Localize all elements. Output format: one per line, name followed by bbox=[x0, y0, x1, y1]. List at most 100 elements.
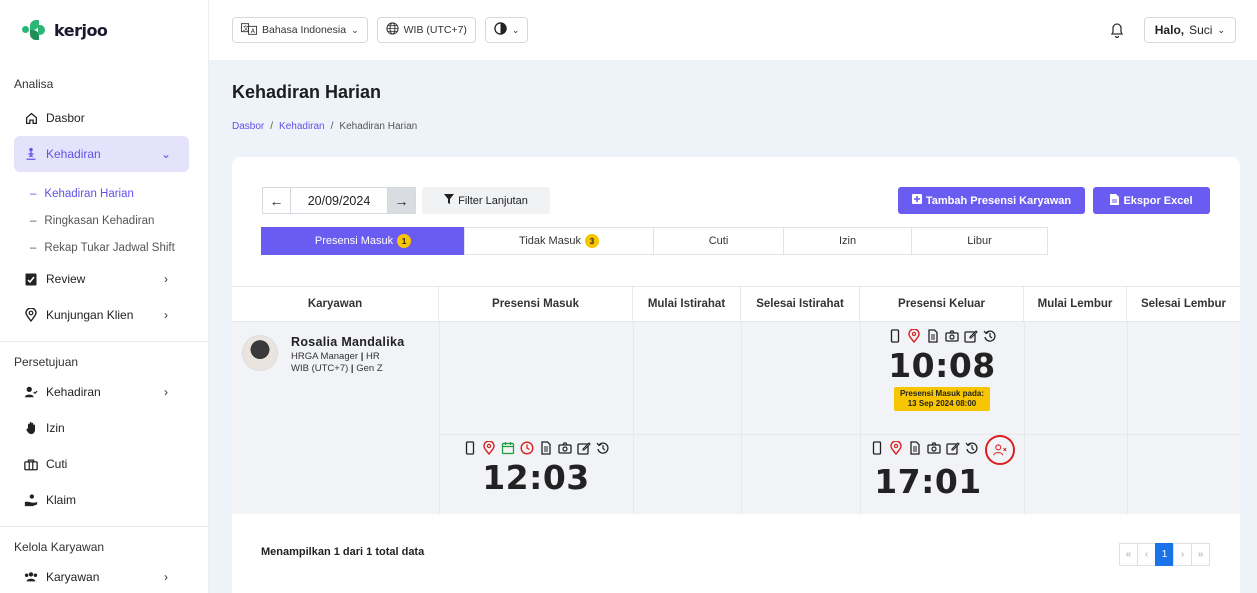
sidebar-item-label: Karyawan bbox=[46, 570, 100, 584]
chevron-right-icon: › bbox=[164, 272, 168, 286]
chevron-down-icon: ⌄ bbox=[160, 147, 171, 161]
sidebar-subitem-label: Ringkasan Kehadiran bbox=[44, 214, 155, 227]
calendar-icon[interactable] bbox=[501, 441, 515, 460]
camera-icon[interactable] bbox=[944, 329, 959, 348]
date-input[interactable]: 20/09/2024 bbox=[291, 187, 387, 214]
edit-icon[interactable] bbox=[945, 441, 960, 460]
user-name: Suci bbox=[1189, 23, 1213, 37]
phone-icon[interactable] bbox=[888, 328, 902, 348]
tab-cuti[interactable]: Cuti bbox=[653, 227, 784, 255]
location-pin-icon[interactable] bbox=[907, 327, 921, 348]
add-attendance-label: Tambah Presensi Karyawan bbox=[925, 194, 1072, 207]
attendance-icon bbox=[24, 147, 38, 161]
sidebar-item-kunjungan-klien[interactable]: Kunjungan Klien › bbox=[0, 297, 208, 333]
attendance-table: Karyawan Presensi Masuk Mulai Istirahat … bbox=[232, 286, 1240, 514]
history-icon[interactable] bbox=[983, 329, 997, 348]
breadcrumb-kehadiran[interactable]: Kehadiran bbox=[279, 121, 325, 132]
briefcase-icon bbox=[24, 457, 38, 471]
chevron-right-icon: › bbox=[164, 570, 168, 584]
export-excel-button[interactable]: Ekspor Excel bbox=[1093, 187, 1210, 214]
sidebar-item-label: Kunjungan Klien bbox=[46, 308, 134, 322]
dash-marker: – bbox=[30, 187, 37, 200]
sidebar-item-dasbor[interactable]: Dasbor bbox=[0, 100, 208, 136]
checkin-time[interactable]: 12:03 bbox=[482, 458, 590, 497]
prev-date-button[interactable]: ← bbox=[262, 187, 291, 214]
sidebar-item-review[interactable]: Review › bbox=[0, 261, 208, 297]
advanced-filter-button[interactable]: Filter Lanjutan bbox=[422, 187, 550, 214]
checkout-entry: 17:01 bbox=[862, 435, 1022, 501]
logo-text: kerjoo bbox=[54, 20, 108, 40]
plus-square-icon bbox=[911, 194, 922, 207]
column-header: Presensi Keluar bbox=[860, 287, 1024, 321]
app-logo[interactable]: kerjoo bbox=[0, 0, 208, 60]
employee-cell: Rosalia Mandalika HRGA Manager | HR WIB … bbox=[242, 335, 404, 374]
edit-icon[interactable] bbox=[576, 441, 591, 460]
prev-page-button[interactable]: ‹ bbox=[1137, 543, 1156, 566]
attendance-card: ← 20/09/2024 → Filter Lanjutan Tambah Pr… bbox=[232, 157, 1240, 593]
next-date-button[interactable]: → bbox=[387, 187, 416, 214]
sidebar-subitem-label: Rekap Tukar Jadwal Shift bbox=[44, 241, 175, 254]
document-icon[interactable] bbox=[926, 328, 940, 348]
next-page-button[interactable]: › bbox=[1173, 543, 1192, 566]
svg-text:文: 文 bbox=[243, 24, 250, 32]
sidebar-item-label: Kehadiran bbox=[46, 385, 101, 399]
sidebar-subitem-ringkasan[interactable]: – Ringkasan Kehadiran bbox=[0, 207, 208, 234]
page-title: Kehadiran Harian bbox=[232, 82, 382, 102]
theme-toggle[interactable]: ⌄ bbox=[484, 17, 529, 43]
page-button[interactable]: 1 bbox=[1155, 543, 1174, 566]
first-page-button[interactable]: « bbox=[1119, 543, 1138, 566]
employee-dept: HR bbox=[366, 351, 380, 362]
sidebar-item-kehadiran[interactable]: Kehadiran ⌄ bbox=[14, 136, 189, 172]
clock-icon[interactable] bbox=[519, 440, 534, 460]
phone-icon[interactable] bbox=[870, 440, 884, 460]
language-label: Bahasa Indonesia bbox=[262, 24, 347, 36]
note-line: 13 Sep 2024 08:00 bbox=[907, 399, 977, 408]
location-pin-icon[interactable] bbox=[889, 439, 903, 460]
phone-icon[interactable] bbox=[463, 440, 477, 460]
timezone-select[interactable]: WIB (UTC+7) bbox=[376, 17, 476, 43]
history-icon[interactable] bbox=[596, 441, 610, 460]
user-menu[interactable]: Halo, Suci ⌄ bbox=[1143, 17, 1236, 43]
employee-name[interactable]: Rosalia Mandalika bbox=[291, 335, 404, 349]
document-icon[interactable] bbox=[539, 440, 553, 460]
sidebar-item-persetujuan-kehadiran[interactable]: Kehadiran › bbox=[0, 374, 208, 410]
tab-tidak-masuk[interactable]: Tidak Masuk 3 bbox=[464, 227, 654, 255]
sidebar-subitem-rekap-shift[interactable]: – Rekap Tukar Jadwal Shift bbox=[0, 234, 208, 261]
add-attendance-button[interactable]: Tambah Presensi Karyawan bbox=[898, 187, 1085, 214]
document-icon[interactable] bbox=[908, 440, 922, 460]
breadcrumb-separator: / bbox=[270, 121, 274, 132]
sidebar-item-cuti[interactable]: Cuti bbox=[0, 446, 208, 482]
bell-icon[interactable] bbox=[1110, 22, 1124, 43]
location-pin-icon[interactable] bbox=[482, 439, 496, 460]
sidebar-item-karyawan[interactable]: Karyawan › bbox=[0, 559, 208, 593]
edit-icon[interactable] bbox=[963, 329, 978, 348]
tab-presensi-masuk[interactable]: Presensi Masuk 1 bbox=[261, 227, 465, 255]
camera-icon[interactable] bbox=[926, 441, 941, 460]
employee-role-line: HRGA Manager | HR bbox=[291, 351, 380, 362]
chevron-down-icon: ⌄ bbox=[351, 24, 359, 35]
entry-icon-row bbox=[463, 439, 610, 460]
breadcrumb-dasbor[interactable]: Dasbor bbox=[232, 121, 264, 132]
translate-icon: 文A bbox=[241, 22, 257, 38]
svg-text:A: A bbox=[251, 28, 256, 35]
tab-izin[interactable]: Izin bbox=[783, 227, 912, 255]
tab-libur[interactable]: Libur bbox=[911, 227, 1048, 255]
dash-marker: – bbox=[30, 241, 37, 254]
language-select[interactable]: 文A Bahasa Indonesia ⌄ bbox=[232, 17, 368, 43]
date-navigator: ← 20/09/2024 → Filter Lanjutan bbox=[262, 187, 550, 214]
dash-marker: – bbox=[30, 214, 37, 227]
camera-icon[interactable] bbox=[557, 441, 572, 460]
history-icon[interactable] bbox=[965, 441, 979, 460]
sidebar-item-klaim[interactable]: Klaim bbox=[0, 482, 208, 518]
filter-label: Filter Lanjutan bbox=[458, 194, 528, 207]
employee-role: HRGA Manager bbox=[291, 351, 359, 362]
employee-group: Gen Z bbox=[356, 363, 383, 374]
chevron-right-icon: › bbox=[164, 308, 168, 322]
user-remove-icon[interactable] bbox=[984, 435, 1015, 465]
sidebar-subitem-kehadiran-harian[interactable]: – Kehadiran Harian bbox=[0, 180, 208, 207]
sidebar-item-izin[interactable]: Izin bbox=[0, 410, 208, 446]
checkout-time[interactable]: 17:01 bbox=[874, 462, 982, 501]
avatar[interactable] bbox=[242, 335, 278, 371]
checkout-time[interactable]: 10:08 bbox=[888, 346, 996, 385]
last-page-button[interactable]: » bbox=[1191, 543, 1210, 566]
